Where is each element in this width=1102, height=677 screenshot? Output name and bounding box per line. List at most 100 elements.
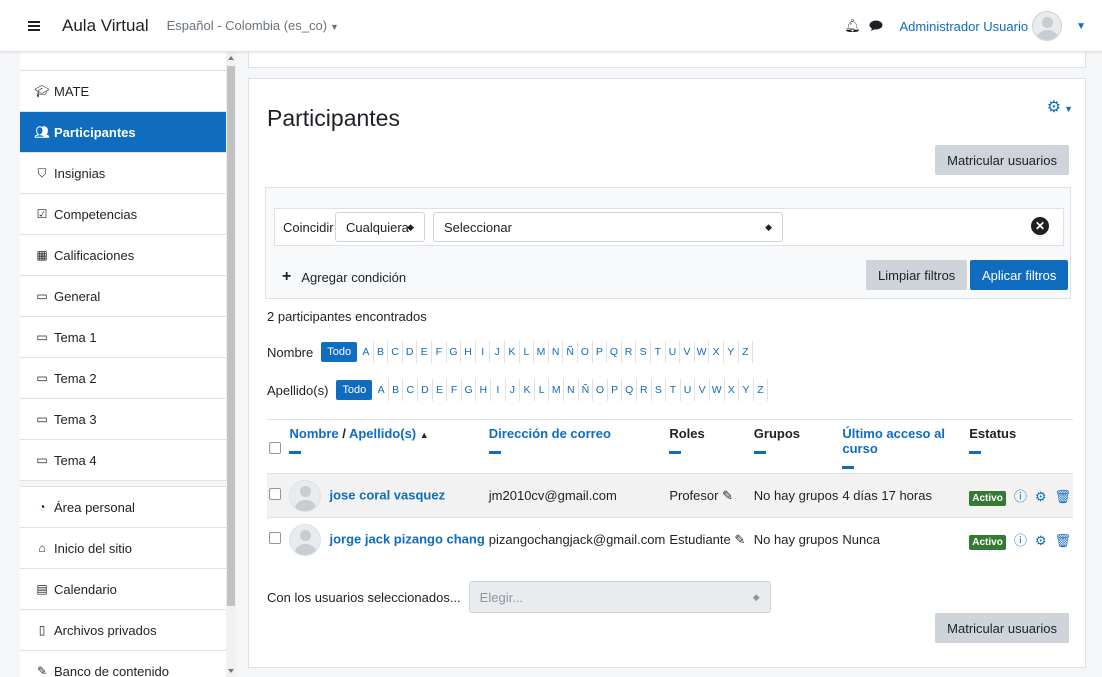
initial-letter[interactable]: G [462,379,477,401]
initial-letter[interactable]: E [417,341,433,363]
initial-letter[interactable]: K [505,341,520,363]
remove-condition-icon[interactable]: ✕ [1031,217,1049,235]
initial-letter[interactable]: C [403,379,419,401]
bulk-action-select[interactable]: Elegir... ◆ [468,581,771,613]
sidebar-item-participantes[interactable]: 👥︎ Participantes [20,111,234,152]
info-icon[interactable]: ⓘ [1014,489,1027,504]
pencil-icon[interactable]: ✎ [734,532,745,547]
filter-type-select[interactable]: Seleccionar ◆ [433,212,783,242]
initial-letter[interactable]: U [666,341,681,363]
initial-letter[interactable]: Y [739,379,754,401]
message-icon[interactable] [867,17,885,35]
sidebar-item-inicio-sitio[interactable]: ⌂ Inicio del sitio [20,527,234,568]
initial-letter[interactable]: N [549,341,564,363]
initial-letter[interactable]: Z [739,341,754,363]
initial-letter[interactable]: B [389,379,404,401]
initial-letter[interactable]: L [535,379,550,401]
initial-letter[interactable]: S [636,341,651,363]
initial-letter[interactable]: A [374,379,389,401]
initial-letter[interactable]: T [651,341,666,363]
sidebar-item-general[interactable]: ▭ General [20,275,234,316]
initial-letter[interactable]: C [388,341,403,363]
initial-letter[interactable]: Ñ [563,341,579,363]
bell-icon[interactable]: 🔔︎ [843,17,861,35]
initial-letter[interactable]: U [681,379,696,401]
sort-first-name-link[interactable]: Nombre [289,426,338,441]
match-select[interactable]: Cualquiera ◆ [335,212,425,242]
gear-icon[interactable]: ⚙ ▼ [1047,97,1073,117]
clear-filters-button[interactable]: Limpiar filtros [866,260,968,290]
initial-letter[interactable]: E [433,379,448,401]
initial-letter[interactable]: Q [622,379,637,401]
row-checkbox[interactable] [269,488,281,500]
hide-column-icon[interactable] [842,466,855,469]
last-initial-all[interactable]: Todo [336,380,373,400]
sidebar-item-tema-2[interactable]: ▭ Tema 2 [20,357,234,398]
sidebar-item-tema-1[interactable]: ▭ Tema 1 [20,316,234,357]
initial-letter[interactable]: I [491,379,506,401]
pencil-icon[interactable]: ✎ [722,488,733,503]
sidebar-item-tema-3[interactable]: ▭ Tema 3 [20,398,234,439]
initial-letter[interactable]: X [725,379,740,401]
initial-letter[interactable]: W [710,379,725,401]
sidebar-item-competencias[interactable]: ☑ Competencias [20,193,234,234]
initial-letter[interactable]: F [432,341,447,363]
add-condition-button[interactable]: + Agregar condición [282,268,406,286]
initial-letter[interactable]: J [490,341,506,363]
menu-toggle-button[interactable] [20,12,48,40]
initial-letter[interactable]: O [578,341,593,363]
initial-letter[interactable]: A [359,341,374,363]
initial-letter[interactable]: Ñ [579,379,594,401]
initial-letter[interactable]: M [549,379,564,401]
sort-last-name-link[interactable]: Apellido(s) [349,426,416,441]
initial-letter[interactable]: L [520,341,535,363]
sidebar-item-calendario[interactable]: ▤ Calendario [20,568,234,609]
initial-letter[interactable]: V [695,379,710,401]
initial-letter[interactable]: R [622,341,637,363]
scroll-thumb[interactable] [227,66,235,606]
enrol-users-button-bottom[interactable]: Matricular usuarios [935,613,1069,643]
scroll-up-icon[interactable] [228,56,234,60]
initial-letter[interactable]: K [520,379,535,401]
initial-letter[interactable]: O [593,379,608,401]
initial-letter[interactable]: R [637,379,652,401]
user-name[interactable]: Administrador Usuario [899,19,1028,34]
initial-letter[interactable]: D [418,379,433,401]
initial-letter[interactable]: M [534,341,549,363]
info-icon[interactable]: ⓘ [1014,533,1027,548]
hide-column-icon[interactable] [669,451,682,454]
gear-icon[interactable]: ⚙ [1035,489,1047,504]
user-avatar[interactable] [1032,11,1063,41]
initial-letter[interactable]: H [476,379,492,401]
participant-name[interactable]: jorge jack pizango chang [329,531,484,546]
participant-name[interactable]: jose coral vasquez [329,487,445,502]
hide-column-icon[interactable] [753,451,766,454]
row-checkbox[interactable] [269,532,281,545]
initial-letter[interactable]: Q [607,341,622,363]
language-menu[interactable]: Español - Colombia (es_co) ▼ [167,18,339,33]
trash-icon[interactable]: 🗑︎ [1054,489,1071,504]
scroll-down-icon[interactable] [228,669,234,673]
first-initial-all[interactable]: Todo [321,342,358,362]
initial-letter[interactable]: B [374,341,389,363]
enrol-users-button[interactable]: Matricular usuarios [935,145,1069,175]
initial-letter[interactable]: W [695,341,710,363]
initial-letter[interactable]: G [447,341,462,363]
initial-letter[interactable]: N [564,379,579,401]
sidebar-item-area-personal[interactable]: ◔ Área personal [20,486,234,527]
sort-email-link[interactable]: Dirección de correo [489,426,611,441]
sidebar-item-tema-4[interactable]: ▭ Tema 4 [20,439,234,480]
apply-filters-button[interactable]: Aplicar filtros [970,260,1069,290]
initial-letter[interactable]: S [652,379,667,401]
select-all-checkbox[interactable] [269,442,281,454]
initial-letter[interactable]: V [680,341,695,363]
participant-avatar[interactable] [289,523,322,556]
sort-last-access-link[interactable]: Último acceso al curso [842,426,945,456]
trash-icon[interactable]: 🗑︎ [1054,533,1071,548]
initial-letter[interactable]: H [461,341,476,363]
user-menu-caret-icon[interactable]: ▼ [1076,21,1086,32]
initial-letter[interactable]: F [447,379,462,401]
participant-avatar[interactable] [289,479,322,512]
sidebar-scrollbar[interactable] [226,52,236,677]
initial-letter[interactable]: J [506,379,521,401]
